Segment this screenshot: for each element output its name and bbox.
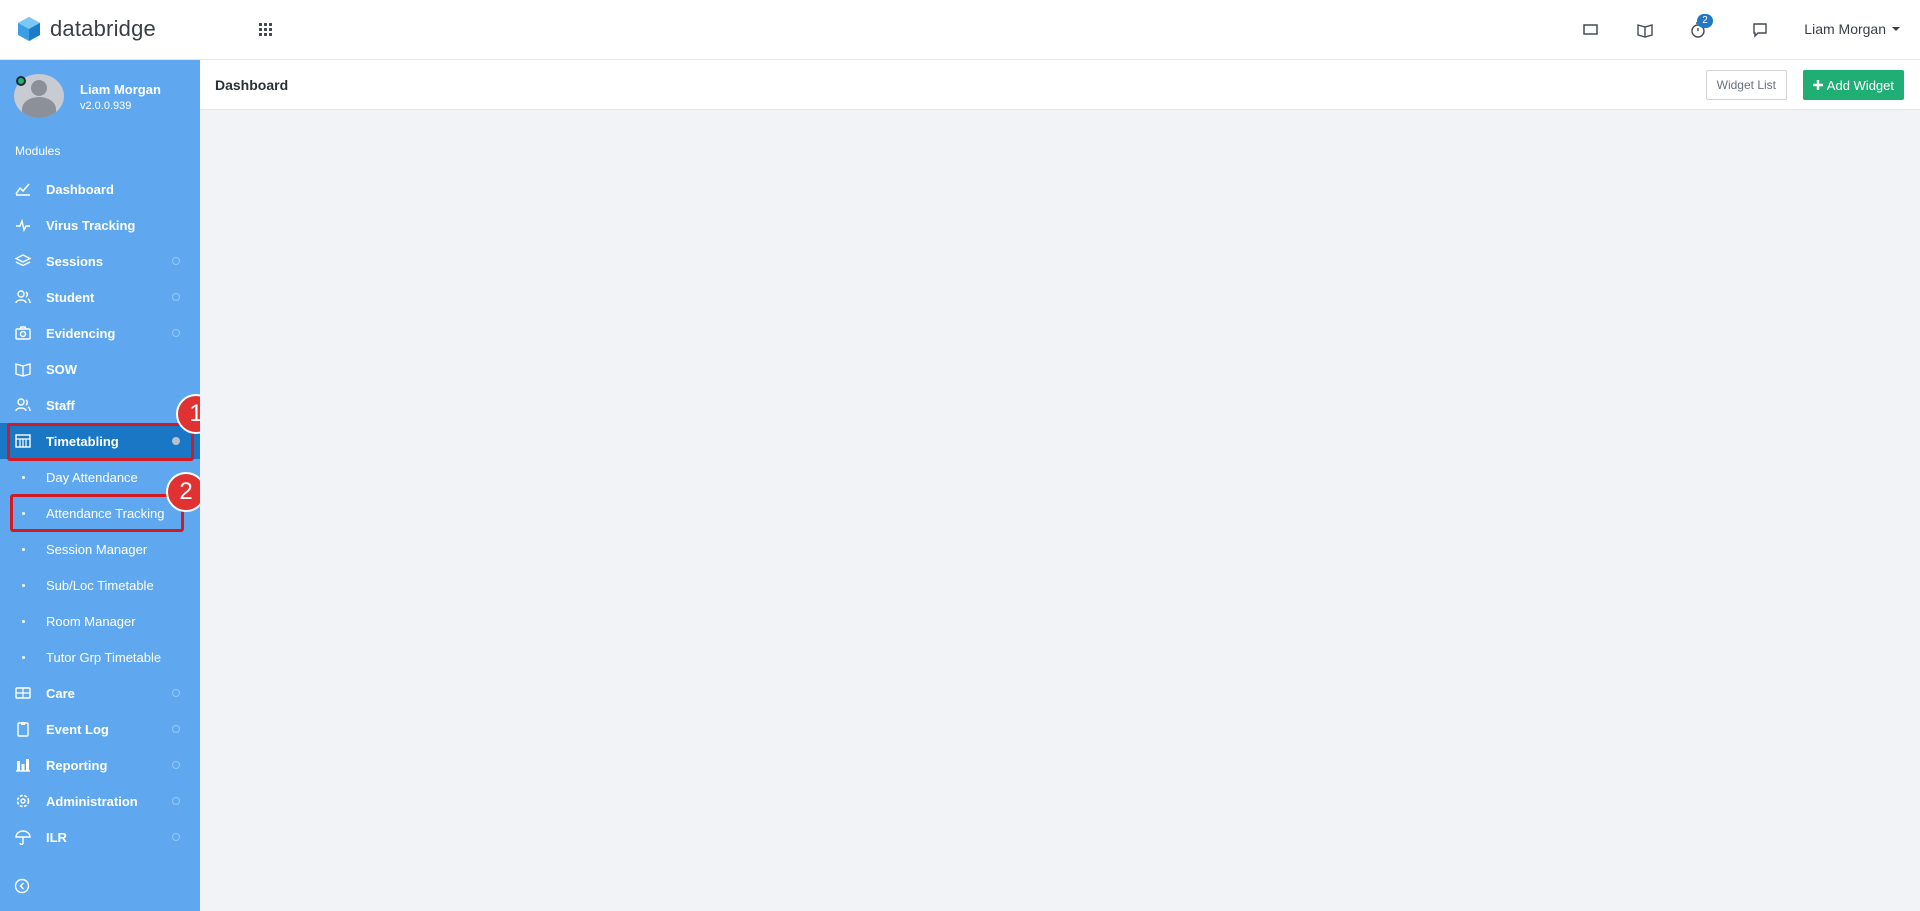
sidebar-subitem-subloc-timetable[interactable]: Sub/Loc Timetable [0,567,200,603]
sidebar-item-label: Sessions [46,253,104,269]
sidebar-item-evidencing[interactable]: Evidencing [0,315,200,351]
pulse-icon [16,218,30,233]
sidebar-item-care[interactable]: Care [0,675,200,711]
sidebar-item-staff[interactable]: Staff [0,387,200,423]
users-icon [15,290,31,304]
apps-grid-icon[interactable] [258,22,274,38]
sidebar-item-administration[interactable]: Administration [0,783,200,819]
sidebar-item-sessions[interactable]: Sessions [0,243,200,279]
widget-list-button[interactable]: Widget List [1705,70,1787,100]
bar-chart-icon [16,759,30,772]
sidebar-item-virus-tracking[interactable]: Virus Tracking [0,207,200,243]
sidebar-item-label: Event Log [46,721,109,737]
gear-icon [16,794,30,808]
sidebar-item-label: ILR [46,829,67,845]
sidebar-item-label: SOW [46,361,78,377]
user-menu-name: Liam Morgan [1804,21,1886,37]
sidebar-item-label: Virus Tracking [46,217,136,233]
layers-icon [15,254,31,267]
page-title: Dashboard [215,77,289,93]
expand-indicator-icon [172,797,180,805]
user-menu[interactable]: Liam Morgan [1804,21,1900,37]
app-version: v2.0.0.939 [80,100,132,112]
camera-icon [15,326,31,340]
expand-indicator-icon [172,329,180,337]
sidebar-item-dashboard[interactable]: Dashboard [0,171,200,207]
sidebar-item-label: Evidencing [46,325,116,341]
sidebar-item-reporting[interactable]: Reporting [0,747,200,783]
online-status-icon [16,76,26,86]
add-widget-button[interactable]: Add Widget [1802,70,1904,100]
modules-section-label: Modules [15,144,61,158]
profile-name: Liam Morgan [80,82,161,97]
expand-indicator-icon [172,293,180,301]
monitor-icon[interactable] [1582,21,1600,39]
sidebar-item-ilr[interactable]: ILR [0,819,200,855]
chat-icon[interactable] [1751,21,1769,39]
sidebar-item-label: Care [46,685,75,701]
sidebar-item-label: Reporting [46,757,108,773]
user-profile[interactable]: Liam Morgan v2.0.0.939 [14,74,200,118]
sidebar-subitem-session-manager[interactable]: Session Manager [0,531,200,567]
databridge-logo-icon [18,17,40,41]
notification-badge: 2 [1697,14,1713,28]
sidebar-item-sow[interactable]: SOW [0,351,200,387]
brand[interactable]: databridge [18,16,156,42]
book-icon[interactable] [1636,21,1654,39]
plus-icon [1812,80,1823,90]
add-widget-label: Add Widget [1826,77,1894,93]
clipboard-icon [17,722,29,737]
sidebar-item-label: Student [46,289,95,305]
top-bar: databridge 2 Liam Morgan [0,0,1920,60]
sidebar-subitem-room-manager[interactable]: Room Manager [0,603,200,639]
expand-indicator-icon [172,725,180,733]
users-icon [15,398,31,412]
expand-indicator-icon [172,257,180,265]
sidebar-subitem-tutor-grp-timetable[interactable]: Tutor Grp Timetable [0,639,200,675]
chart-line-icon [15,183,30,196]
expand-indicator-icon [172,761,180,769]
content-header: Dashboard Widget List Add Widget [200,60,1920,110]
brand-name: databridge [50,16,156,41]
sidebar-item-student[interactable]: Student [0,279,200,315]
dashboard-canvas [200,110,1920,911]
caret-down-icon [1892,27,1900,31]
sidebar-item-event-log[interactable]: Event Log [0,711,200,747]
sidebar-item-label: Staff [46,397,75,413]
expand-indicator-icon [172,833,180,841]
sidebar-item-label: Dashboard [46,181,114,197]
expand-indicator-icon [172,689,180,697]
book-icon [15,363,31,377]
annotation-box-timetabling [7,423,194,461]
annotation-box-attendance-tracking [10,494,184,532]
umbrella-icon [15,830,31,845]
collapse-sidebar-icon[interactable] [14,878,30,894]
care-icon [15,687,31,699]
sidebar-item-label: Administration [46,793,138,809]
